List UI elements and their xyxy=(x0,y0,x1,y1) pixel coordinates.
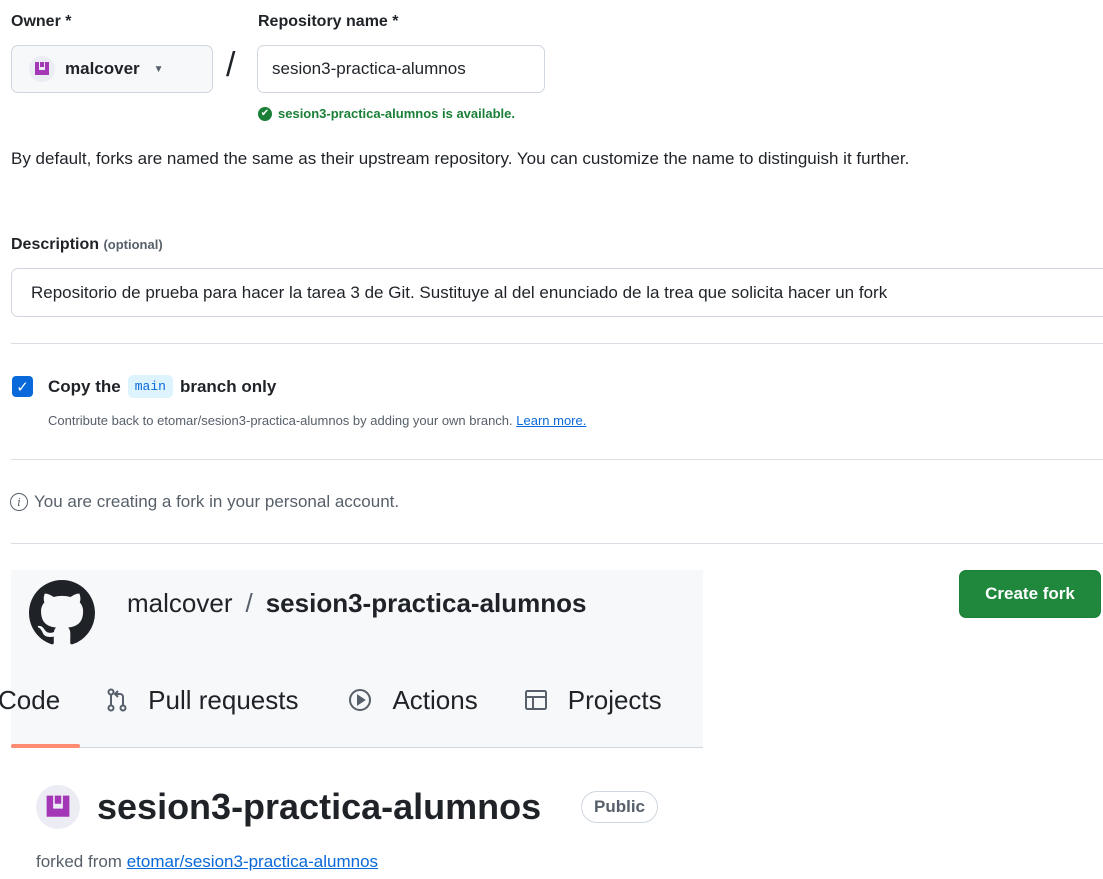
repository-name-input[interactable] xyxy=(257,45,545,93)
owner-repo-separator: / xyxy=(226,46,236,84)
branch-name-code: main xyxy=(127,375,173,398)
divider xyxy=(11,543,1103,544)
pull-request-icon xyxy=(106,688,128,712)
forked-from-note: forked from etomar/sesion3-practica-alum… xyxy=(36,852,378,872)
owner-name: malcover xyxy=(65,59,140,78)
copy-prefix: Copy the xyxy=(48,376,121,396)
tab-code-label: Code xyxy=(0,684,61,715)
create-fork-button[interactable]: Create fork xyxy=(959,570,1101,618)
github-logo-icon xyxy=(29,580,95,651)
divider xyxy=(11,459,1103,460)
divider xyxy=(11,343,1103,344)
fork-naming-hint: By default, forks are named the same as … xyxy=(11,149,910,168)
breadcrumb-separator: / xyxy=(245,588,253,618)
tab-projects[interactable]: Projects xyxy=(524,685,666,716)
description-label-text: Description xyxy=(11,236,100,253)
availability-message: ✔ sesion3-practica-alumnos is available. xyxy=(258,106,515,121)
learn-more-link[interactable]: Learn more. xyxy=(516,413,586,428)
upstream-repo-link[interactable]: etomar/sesion3-practica-alumnos xyxy=(127,852,378,871)
tab-actions[interactable]: Actions xyxy=(348,684,478,716)
tab-projects-label: Projects xyxy=(567,684,662,715)
copy-suffix: branch only xyxy=(179,376,277,396)
play-icon xyxy=(348,688,372,712)
tab-bar-border xyxy=(11,747,703,748)
tab-pull-requests-label: Pull requests xyxy=(148,684,299,715)
forked-prefix: forked from xyxy=(36,852,122,871)
table-icon xyxy=(524,688,548,712)
active-tab-indicator xyxy=(11,744,80,748)
chevron-down-icon: ▼ xyxy=(153,63,164,75)
visibility-badge: Public xyxy=(581,791,659,823)
info-text: You are creating a fork in your personal… xyxy=(34,492,400,511)
owner-dropdown[interactable]: malcover ▼ xyxy=(11,45,213,93)
check-circle-icon: ✔ xyxy=(258,106,272,121)
personal-account-info: i You are creating a fork in your person… xyxy=(10,492,399,512)
breadcrumb: malcover / sesion3-practica-alumnos xyxy=(127,588,587,619)
breadcrumb-owner[interactable]: malcover xyxy=(127,588,232,619)
repo-tabs: Code Pull requests Actions Projects xyxy=(0,675,666,725)
breadcrumb-repo[interactable]: sesion3-practica-alumnos xyxy=(266,588,587,619)
info-icon: i xyxy=(10,493,28,511)
tab-actions-label: Actions xyxy=(392,684,478,715)
repo-title[interactable]: sesion3-practica-alumnos xyxy=(97,786,541,828)
avatar xyxy=(36,785,80,829)
optional-tag: (optional) xyxy=(103,237,163,252)
description-input[interactable] xyxy=(11,268,1103,317)
contribute-text: Contribute back to etomar/sesion3-practi… xyxy=(48,413,513,428)
copy-main-branch-checkbox[interactable]: ✓ xyxy=(12,376,33,397)
tab-pull-requests[interactable]: Pull requests xyxy=(106,685,298,716)
repo-name-label: Repository name * xyxy=(258,13,399,30)
copy-branch-label: Copy the main branch only xyxy=(48,375,276,398)
owner-label: Owner * xyxy=(11,13,72,30)
availability-text: sesion3-practica-alumnos is available. xyxy=(278,106,515,121)
tab-code[interactable]: Code xyxy=(0,685,60,716)
description-label: Description (optional) xyxy=(11,236,163,254)
contribute-note: Contribute back to etomar/sesion3-practi… xyxy=(48,413,586,428)
avatar xyxy=(29,56,55,82)
